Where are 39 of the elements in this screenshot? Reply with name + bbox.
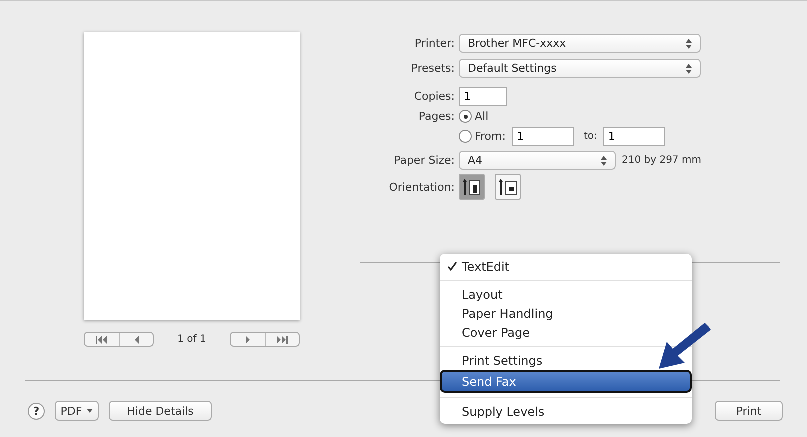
last-page-icon xyxy=(276,336,288,344)
portrait-button[interactable] xyxy=(459,174,485,200)
to-field[interactable]: 1 xyxy=(603,127,666,146)
radio-button[interactable]: From: xyxy=(459,130,506,143)
menu-item[interactable]: TextEdit xyxy=(440,257,516,276)
menu-item[interactable]: Paper Handling xyxy=(440,304,560,323)
menu-item[interactable]: Send Fax xyxy=(440,370,692,393)
menu-item[interactable]: Cover Page xyxy=(440,323,536,342)
orientation-icon xyxy=(498,178,518,196)
orientation-icon xyxy=(462,178,482,196)
stepper-icon xyxy=(686,64,692,74)
pdf-button[interactable]: PDF xyxy=(55,401,99,421)
pages-label: Pages: xyxy=(418,110,455,123)
copies-field[interactable]: 1 xyxy=(459,87,507,106)
checkmark-icon xyxy=(448,262,457,271)
menu-item[interactable]: Supply Levels xyxy=(440,402,551,421)
menu-item[interactable]: Layout xyxy=(440,285,509,304)
page-count: 1 of 1 xyxy=(178,334,206,345)
paper-dimensions: 210 by 297 mm xyxy=(622,155,702,166)
radio-button[interactable]: All xyxy=(459,110,489,123)
first-page-icon xyxy=(96,336,108,344)
hide-details-button[interactable]: Hide Details xyxy=(109,401,212,421)
paper-size-popup[interactable]: A4 xyxy=(459,151,616,170)
to-label: to: xyxy=(584,131,598,142)
landscape-button[interactable] xyxy=(495,174,521,200)
help-button[interactable]: ? xyxy=(28,402,45,420)
copies-label: Copies: xyxy=(413,90,455,103)
presets-popup[interactable]: Default Settings xyxy=(459,59,701,78)
stepper-icon xyxy=(601,156,607,166)
printer-popup[interactable]: Brother MFC-xxxx xyxy=(459,34,701,53)
stepper-icon xyxy=(686,38,692,48)
caret-icon xyxy=(87,409,94,413)
print-button[interactable]: Print xyxy=(715,401,783,421)
printer-label: Printer: xyxy=(414,37,455,50)
presets-label: Presets: xyxy=(410,62,455,75)
from-field[interactable]: 1 xyxy=(512,127,574,146)
menu-item[interactable]: Print Settings xyxy=(440,351,549,370)
paper-size-label: Paper Size: xyxy=(393,154,455,167)
orientation-label: Orientation: xyxy=(388,180,455,194)
